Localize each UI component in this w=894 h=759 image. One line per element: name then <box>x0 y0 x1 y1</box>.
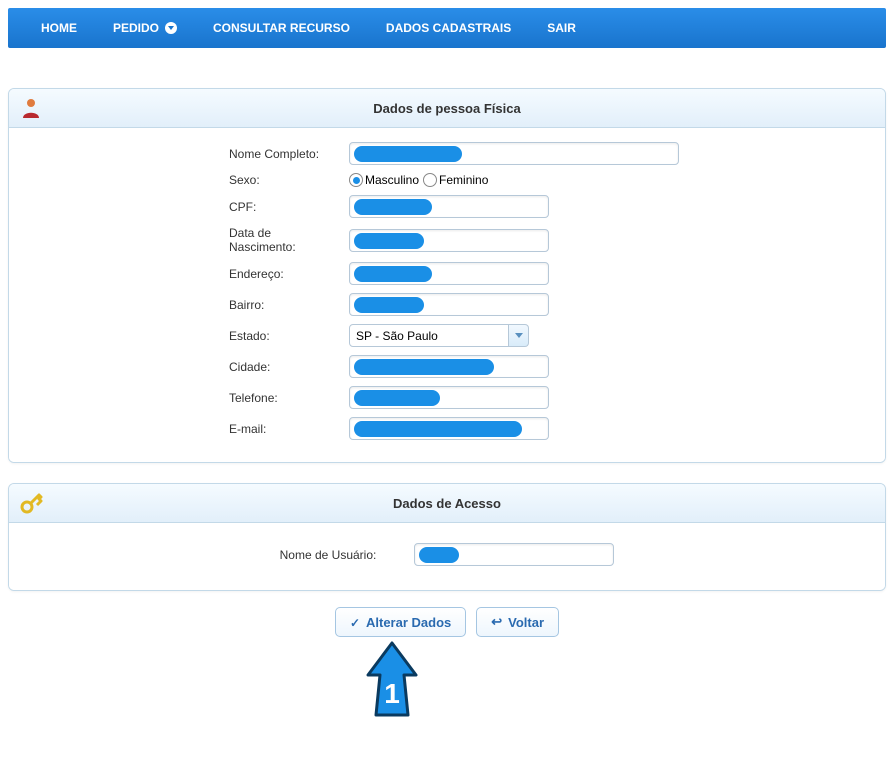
chevron-down-icon <box>165 22 177 34</box>
nav-dados-cadastrais[interactable]: DADOS CADASTRAIS <box>368 9 529 47</box>
input-nascimento[interactable] <box>349 229 549 252</box>
user-icon <box>19 96 43 120</box>
radio-label: Feminino <box>439 173 488 187</box>
input-bairro[interactable] <box>349 293 549 316</box>
input-nome-completo[interactable] <box>349 142 679 165</box>
radio-icon <box>423 173 437 187</box>
label-nascimento: Data de Nascimento: <box>29 226 349 254</box>
label-cpf: CPF: <box>29 200 349 214</box>
label-sexo: Sexo: <box>29 173 349 187</box>
alterar-dados-button[interactable]: Alterar Dados <box>335 607 466 637</box>
callout-number: 1 <box>384 678 400 709</box>
input-username[interactable] <box>414 543 614 566</box>
top-nav: HOME PEDIDO CONSULTAR RECURSO DADOS CADA… <box>8 8 886 48</box>
chevron-down-icon[interactable] <box>509 324 529 347</box>
input-cidade[interactable] <box>349 355 549 378</box>
label-cidade: Cidade: <box>29 360 349 374</box>
input-email[interactable] <box>349 417 549 440</box>
panel-title: Dados de pessoa Física <box>9 101 885 116</box>
select-estado[interactable] <box>349 324 529 347</box>
check-icon <box>350 615 360 630</box>
panel-title: Dados de Acesso <box>9 496 885 511</box>
nav-label: DADOS CADASTRAIS <box>386 21 511 35</box>
input-cpf[interactable] <box>349 195 549 218</box>
radio-masculino[interactable]: Masculino <box>349 173 419 187</box>
panel-pessoa-fisica: Dados de pessoa Física Nome Completo: Se… <box>8 88 886 463</box>
panel-header: Dados de pessoa Física <box>9 89 885 128</box>
nav-home[interactable]: HOME <box>23 9 95 47</box>
panel-body: Nome de Usuário: <box>9 523 885 590</box>
button-label: Alterar Dados <box>366 615 451 630</box>
nav-pedido[interactable]: PEDIDO <box>95 9 195 47</box>
label-nome-completo: Nome Completo: <box>29 147 349 161</box>
input-endereco[interactable] <box>349 262 549 285</box>
action-buttons: Alterar Dados Voltar <box>8 607 886 637</box>
input-telefone[interactable] <box>349 386 549 409</box>
select-estado-value[interactable] <box>349 324 509 347</box>
panel-dados-acesso: Dados de Acesso Nome de Usuário: <box>8 483 886 591</box>
nav-label: SAIR <box>547 21 576 35</box>
panel-body: Nome Completo: Sexo: Masculino Feminino <box>9 128 885 462</box>
radio-feminino[interactable]: Feminino <box>423 173 488 187</box>
nav-sair[interactable]: SAIR <box>529 9 594 47</box>
label-endereco: Endereço: <box>29 267 349 281</box>
arrow-icon: 1 <box>362 641 422 721</box>
label-email: E-mail: <box>29 422 349 436</box>
label-bairro: Bairro: <box>29 298 349 312</box>
nav-label: PEDIDO <box>113 21 159 35</box>
nav-consultar-recurso[interactable]: CONSULTAR RECURSO <box>195 9 368 47</box>
radio-label: Masculino <box>365 173 419 187</box>
panel-header: Dados de Acesso <box>9 484 885 523</box>
nav-label: HOME <box>41 21 77 35</box>
callout-arrow: 1 <box>0 641 886 721</box>
label-username: Nome de Usuário: <box>280 548 407 562</box>
label-telefone: Telefone: <box>29 391 349 405</box>
nav-label: CONSULTAR RECURSO <box>213 21 350 35</box>
key-icon <box>19 491 43 515</box>
radio-group-sexo: Masculino Feminino <box>349 173 488 187</box>
radio-icon <box>349 173 363 187</box>
voltar-button[interactable]: Voltar <box>476 607 559 637</box>
label-estado: Estado: <box>29 329 349 343</box>
button-label: Voltar <box>508 615 544 630</box>
back-arrow-icon <box>491 614 502 630</box>
